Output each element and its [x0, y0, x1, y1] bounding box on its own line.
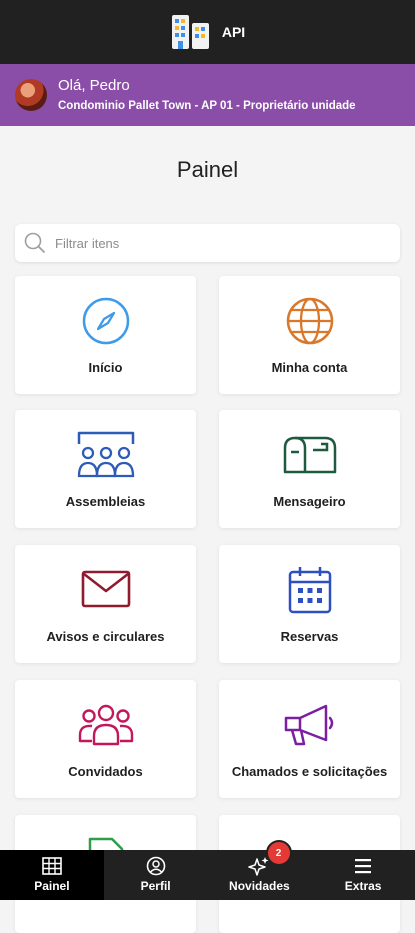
card-convidados[interactable]: Convidados — [15, 680, 196, 798]
card-mensageiro[interactable]: Mensageiro — [219, 410, 400, 528]
app-header: API — [0, 0, 415, 64]
search-box[interactable] — [15, 224, 400, 262]
bottom-nav: Painel Perfil 2 Novidades Extras — [0, 840, 415, 900]
megaphone-icon — [284, 704, 333, 746]
nav-label: Novidades — [229, 879, 290, 893]
nav-perfil[interactable]: Perfil — [104, 850, 208, 900]
card-label: Avisos e circulares — [46, 629, 165, 644]
nav-novidades[interactable]: 2 Novidades — [208, 840, 312, 900]
user-unit-info: Condominio Pallet Town - AP 01 - Proprie… — [58, 99, 356, 112]
card-reservas[interactable]: Reservas — [219, 545, 400, 663]
card-label: Convidados — [68, 764, 143, 779]
search-icon — [24, 232, 45, 253]
nav-label: Painel — [34, 879, 70, 893]
globe-icon — [286, 297, 333, 345]
building-logo-icon — [171, 15, 209, 49]
card-inicio[interactable]: Início — [15, 276, 196, 394]
card-label: Chamados e solicitações — [231, 764, 388, 779]
page-title: Painel — [176, 157, 239, 182]
user-bar[interactable]: Olá, Pedro Condominio Pallet Town - AP 0… — [0, 64, 415, 126]
card-minha-conta[interactable]: Minha conta — [219, 276, 400, 394]
nav-label: Perfil — [140, 879, 171, 893]
card-label: Minha conta — [271, 360, 348, 375]
search-input[interactable] — [53, 234, 377, 252]
nav-painel[interactable]: Painel — [0, 850, 104, 900]
card-label: Mensageiro — [273, 494, 346, 509]
menu-icon — [355, 859, 372, 874]
profile-icon — [146, 856, 165, 876]
avatar[interactable] — [15, 79, 47, 111]
card-assembleias[interactable]: Assembleias — [15, 410, 196, 528]
calendar-icon — [288, 567, 331, 614]
mailbox-icon — [283, 436, 336, 474]
guests-icon — [78, 704, 133, 746]
card-label: Início — [88, 360, 123, 375]
envelope-icon — [81, 570, 130, 608]
card-avisos-circulares[interactable]: Avisos e circulares — [15, 545, 196, 663]
nav-extras[interactable]: Extras — [311, 850, 415, 900]
notification-badge: 2 — [265, 840, 292, 866]
card-chamados-solicitacoes[interactable]: Chamados e solicitações — [219, 680, 400, 798]
compass-icon — [82, 297, 129, 345]
grid-icon — [42, 857, 62, 875]
assembly-icon — [77, 431, 134, 478]
app-name: API — [221, 24, 246, 40]
user-greeting: Olá, Pedro — [58, 76, 130, 94]
card-label: Assembleias — [65, 494, 146, 509]
card-label: Reservas — [280, 629, 339, 644]
nav-label: Extras — [344, 879, 382, 893]
